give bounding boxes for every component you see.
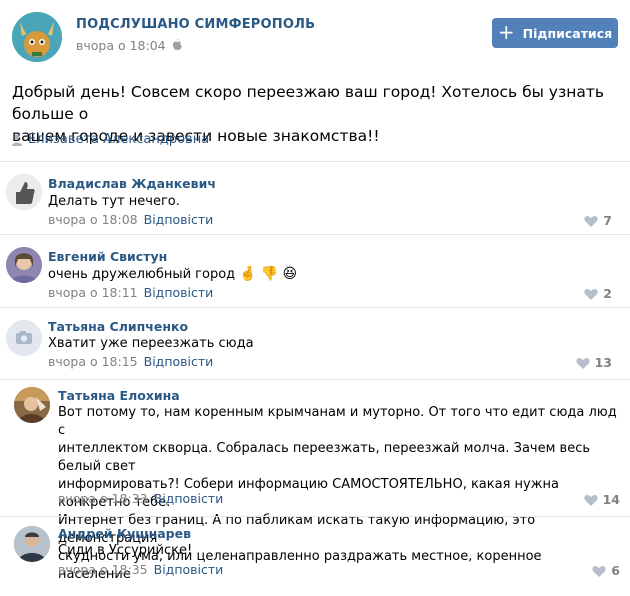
like-button[interactable]: 2 bbox=[584, 286, 612, 301]
comment: Татьяна Елохина Вот потому то, нам корен… bbox=[0, 380, 630, 582]
avatar[interactable] bbox=[6, 174, 42, 210]
group-logo-icon bbox=[12, 12, 62, 62]
reply-link[interactable]: Відповісти bbox=[154, 562, 224, 577]
user-photo-icon bbox=[6, 247, 42, 283]
like-count: 13 bbox=[594, 355, 612, 370]
comment-text-line: интеллектом скворца. Собралась переезжат… bbox=[58, 441, 591, 474]
comment-author[interactable]: Андрей Кушнарев bbox=[58, 526, 191, 541]
avatar[interactable] bbox=[14, 387, 50, 423]
post-author-name[interactable]: Елизавета Александровна bbox=[28, 132, 209, 147]
post-text-line: Добрый день! Совсем скоро переезжаю ваш … bbox=[12, 83, 605, 123]
heart-icon bbox=[583, 494, 598, 506]
laughing-face-icon: 😆 bbox=[282, 266, 298, 282]
reply-link[interactable]: Відповісти bbox=[144, 285, 214, 300]
post-header: ПОДСЛУШАНО СИМФЕРОПОЛЬ вчора о 18:04 + П… bbox=[12, 12, 618, 64]
group-name[interactable]: ПОДСЛУШАНО СИМФЕРОПОЛЬ bbox=[76, 17, 315, 32]
heart-icon bbox=[575, 357, 590, 369]
comment-meta: вчора о 18:15 Відповісти bbox=[48, 354, 213, 369]
comment: Владислав Жданкевич Делать тут нечего. в… bbox=[0, 162, 630, 232]
subscribe-button[interactable]: + Підписатися bbox=[492, 18, 618, 48]
camera-icon bbox=[6, 320, 42, 356]
comment-author[interactable]: Владислав Жданкевич bbox=[48, 176, 216, 191]
like-button[interactable]: 13 bbox=[575, 355, 612, 370]
like-count: 7 bbox=[603, 213, 612, 228]
comment-text-line: Вот потому то, нам коренным крымчанам и … bbox=[58, 405, 617, 438]
reply-link[interactable]: Відповісти bbox=[154, 491, 224, 506]
person-icon bbox=[12, 133, 22, 146]
heart-icon bbox=[584, 288, 598, 300]
comment-text-line: очень дружелюбный город bbox=[48, 267, 236, 282]
like-count: 14 bbox=[602, 492, 620, 507]
comment: Андрей Кушнарев Сиди в Уссурийске! вчора… bbox=[0, 517, 630, 593]
avatar[interactable] bbox=[6, 247, 42, 283]
comment-meta: вчора о 18:11 Відповісти bbox=[48, 285, 213, 300]
heart-icon bbox=[592, 565, 606, 577]
comment-text: Делать тут нечего. bbox=[48, 194, 180, 209]
post-time[interactable]: вчора о 18:04 bbox=[76, 38, 182, 53]
user-photo-icon bbox=[14, 387, 50, 423]
like-button[interactable]: 14 bbox=[583, 492, 620, 507]
hand-crossed-fingers-icon: 🤞 bbox=[239, 266, 257, 282]
like-count: 2 bbox=[603, 286, 612, 301]
reply-link[interactable]: Відповісти bbox=[144, 354, 214, 369]
heart-icon bbox=[584, 215, 598, 227]
reply-link[interactable]: Відповісти bbox=[144, 212, 214, 227]
avatar[interactable] bbox=[6, 320, 42, 356]
subscribe-label: Підписатися bbox=[522, 25, 613, 41]
apple-icon bbox=[172, 39, 182, 50]
like-button[interactable]: 6 bbox=[592, 563, 620, 578]
comment-text: Сиди в Уссурийске! bbox=[58, 543, 193, 558]
comment-time[interactable]: вчора о 18:11 bbox=[48, 285, 138, 300]
comment-time[interactable]: вчора о 18:08 bbox=[48, 212, 138, 227]
comment-time[interactable]: вчора о 18:15 bbox=[48, 354, 138, 369]
post-time-text[interactable]: вчора о 18:04 bbox=[76, 38, 166, 53]
comment-time[interactable]: вчора о 18:35 bbox=[58, 562, 148, 577]
plus-icon: + bbox=[497, 20, 515, 44]
comment: Евгений Свистун очень дружелюбный город … bbox=[0, 235, 630, 307]
like-button[interactable]: 7 bbox=[584, 213, 612, 228]
comment-meta: вчора о 18:33 Відповісти bbox=[58, 491, 223, 506]
group-avatar[interactable] bbox=[12, 12, 62, 62]
comment-author[interactable]: Татьяна Слипченко bbox=[48, 319, 188, 334]
comment: Татьяна Слипченко Хватит уже переезжать … bbox=[0, 308, 630, 378]
thumbs-up-avatar-icon bbox=[6, 174, 42, 210]
comment-time[interactable]: вчора о 18:33 bbox=[58, 491, 148, 506]
comment-text: Хватит уже переезжать сюда bbox=[48, 336, 254, 351]
comment-text: очень дружелюбный город 🤞 👎 😆 bbox=[48, 266, 297, 284]
like-count: 6 bbox=[611, 563, 620, 578]
thumbs-down-icon: 👎 bbox=[260, 266, 279, 282]
user-photo-icon bbox=[14, 526, 50, 562]
avatar[interactable] bbox=[14, 526, 50, 562]
post-author[interactable]: Елизавета Александровна bbox=[12, 132, 209, 147]
comment-meta: вчора о 18:35 Відповісти bbox=[58, 562, 223, 577]
comment-meta: вчора о 18:08 Відповісти bbox=[48, 212, 213, 227]
comment-author[interactable]: Евгений Свистун bbox=[48, 249, 167, 264]
comment-author[interactable]: Татьяна Елохина bbox=[58, 388, 180, 403]
